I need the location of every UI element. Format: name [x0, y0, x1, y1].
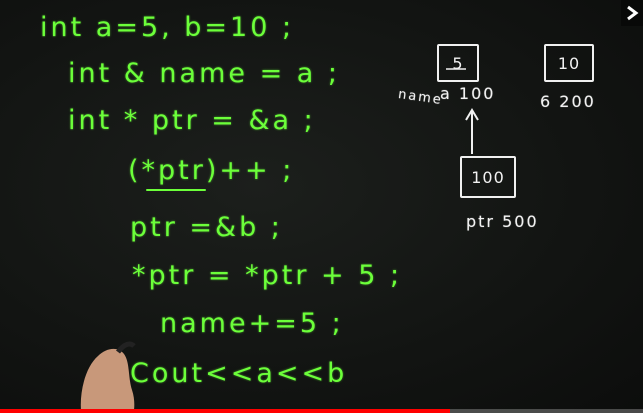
progress-fill	[0, 409, 451, 413]
chevron-right-icon	[627, 5, 639, 21]
box-ptr-value: 100	[471, 167, 505, 187]
var-ptr-label: ptr 500	[466, 212, 539, 231]
progress-bar[interactable]	[0, 409, 643, 413]
presenter-hand	[80, 341, 136, 413]
next-button[interactable]	[621, 0, 643, 26]
box-ptr: 100	[460, 156, 516, 198]
video-frame[interactable]: int a=5, b=10 ; int & name = a ; int * p…	[0, 0, 643, 413]
